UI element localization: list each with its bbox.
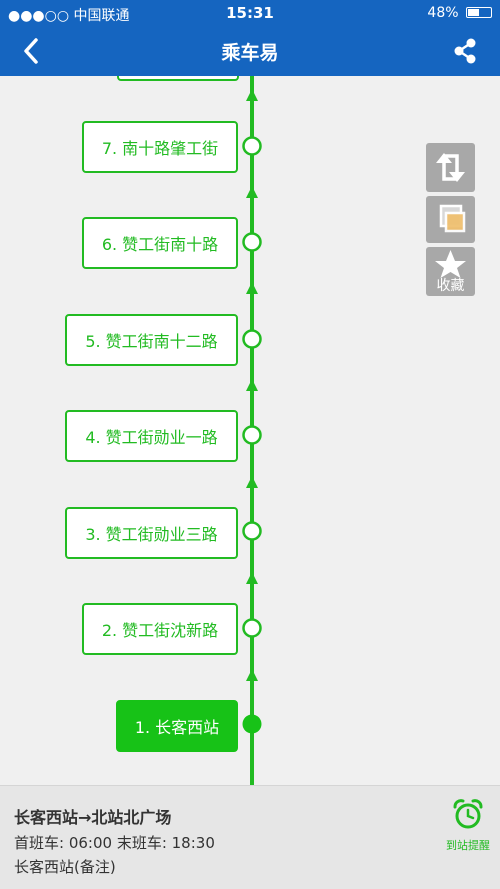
- battery-fill: [468, 9, 479, 16]
- battery-icon: [466, 7, 492, 18]
- route-info-panel: 长客西站→北站北广场 首班车: 06:00 末班车: 18:30 长客西站(备注…: [0, 785, 500, 889]
- swap-direction-button[interactable]: [426, 143, 475, 192]
- status-right: 48%: [427, 5, 492, 21]
- stop-item-5[interactable]: 5. 赞工街南十二路: [65, 314, 238, 366]
- route-title: 长客西站→北站北广场: [14, 808, 172, 827]
- layers-button[interactable]: [426, 196, 475, 243]
- swap-direction-icon: [436, 153, 465, 182]
- battery-percent: 48%: [427, 5, 459, 21]
- stop-item-2[interactable]: 2. 赞工街沈新路: [82, 603, 238, 655]
- stop-item-1-current[interactable]: 1. 长客西站: [116, 700, 238, 752]
- share-button[interactable]: [450, 36, 480, 66]
- clock-time: 15:31: [226, 4, 274, 22]
- partial-stop-box: [117, 76, 239, 81]
- nav-bar: 乘车易: [0, 26, 500, 76]
- favorite-label: 收藏: [436, 278, 465, 294]
- station-note: 长客西站(备注): [14, 858, 116, 876]
- page-title: 乘车易: [221, 42, 279, 64]
- alarm-clock-icon: [453, 799, 483, 829]
- layers-icon: [439, 204, 466, 233]
- status-bar: ●●●○○ 中国联通 15:31 48%: [0, 0, 500, 26]
- share-icon: [454, 38, 476, 64]
- stop-item-7[interactable]: 7. 南十路肇工街: [82, 121, 238, 173]
- stop-item-6[interactable]: 6. 赞工街南十路: [82, 217, 238, 269]
- stop-item-3[interactable]: 3. 赞工街勋业三路: [65, 507, 238, 559]
- route-diagram: 7. 南十路肇工街 6. 赞工街南十路 5. 赞工街南十二路 4. 赞工街勋业一…: [0, 76, 500, 785]
- arrival-reminder-button[interactable]: 到站提醒: [440, 798, 496, 858]
- stop-item-4[interactable]: 4. 赞工街勋业一路: [65, 410, 238, 462]
- service-times: 首班车: 06:00 末班车: 18:30: [14, 834, 215, 852]
- alarm-label: 到站提醒: [446, 839, 490, 852]
- favorite-button[interactable]: 收藏: [426, 247, 475, 296]
